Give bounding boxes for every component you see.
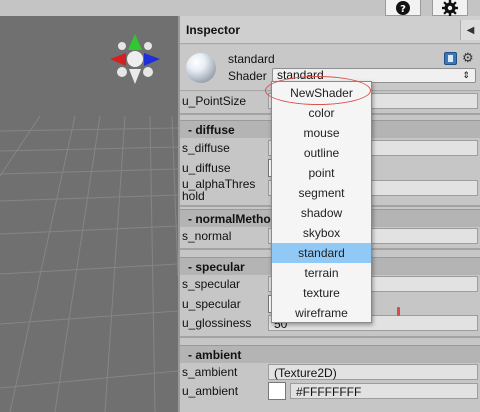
u-ambient-hex-field[interactable]: #FFFFFFFF [290, 383, 478, 399]
help-button[interactable]: ? [385, 0, 421, 16]
top-toolbar: ? [0, 0, 480, 16]
prop-label: u_ambient [182, 384, 239, 398]
s-ambient-value: (Texture2D) [274, 366, 337, 380]
shader-select-value: standard [277, 68, 324, 82]
dropdown-item-wireframe[interactable]: wireframe [272, 303, 371, 323]
prop-label: s_normal [182, 229, 232, 243]
settings-button[interactable] [432, 0, 468, 16]
dropdown-item-point[interactable]: point [272, 163, 371, 183]
prop-row-u-ambient: u_ambient #FFFFFFFF [180, 382, 480, 400]
collapse-button[interactable]: ◀ [460, 20, 480, 40]
section-title: - specular [188, 260, 245, 274]
inspector-title: Inspector [186, 23, 241, 37]
dropdown-item-standard[interactable]: standard [272, 243, 371, 263]
shader-dropdown-list: NewShader color mouse outline point segm… [271, 81, 372, 323]
section-title: - ambient [188, 348, 242, 362]
annotation-mark [397, 307, 400, 316]
prop-label: s_specular [182, 277, 241, 291]
scene-orientation-gizmo-icon[interactable] [104, 32, 164, 90]
prop-label: hold [182, 189, 205, 203]
prop-label: u_diffuse [182, 161, 231, 175]
dropdown-item-texture[interactable]: texture [272, 283, 371, 303]
prop-label: s_diffuse [182, 141, 230, 155]
material-gear-icon[interactable]: ⚙ [462, 50, 474, 66]
question-circle-icon: ? [396, 0, 410, 15]
section-ambient[interactable]: - ambient [180, 345, 480, 363]
dropdown-item-color[interactable]: color [272, 103, 371, 123]
prop-label: u_specular [182, 297, 241, 311]
triangle-left-icon: ◀ [466, 24, 475, 36]
gear-icon [442, 0, 458, 16]
prop-row-s-ambient: s_ambient (Texture2D) [180, 363, 480, 381]
material-name: standard [228, 52, 275, 66]
u-ambient-color-swatch[interactable] [268, 382, 286, 400]
svg-text:?: ? [400, 4, 406, 15]
dropdown-item-segment[interactable]: segment [272, 183, 371, 203]
dropdown-item-shadow[interactable]: shadow [272, 203, 371, 223]
dropdown-item-skybox[interactable]: skybox [272, 223, 371, 243]
scene-viewport[interactable] [0, 16, 178, 412]
u-ambient-value: #FFFFFFFF [296, 385, 362, 399]
book-icon[interactable] [444, 52, 457, 65]
s-ambient-field[interactable]: (Texture2D) [268, 364, 478, 380]
inspector-header: Inspector ◀ [180, 16, 480, 44]
dropdown-item-newshader[interactable]: NewShader [272, 83, 371, 103]
dropdown-item-terrain[interactable]: terrain [272, 263, 371, 283]
prop-label: u_PointSize [182, 94, 247, 108]
prop-label: s_ambient [182, 365, 238, 379]
prop-label: u_glossiness [182, 316, 252, 330]
section-title: - diffuse [188, 123, 235, 137]
dropdown-item-outline[interactable]: outline [272, 143, 371, 163]
dropdown-item-mouse[interactable]: mouse [272, 123, 371, 143]
shader-label: Shader [228, 69, 267, 83]
section-title: - normalMetho [188, 212, 271, 226]
material-preview-sphere [186, 53, 216, 83]
updown-arrow-icon: ⇕ [462, 70, 470, 80]
divider [180, 336, 480, 338]
